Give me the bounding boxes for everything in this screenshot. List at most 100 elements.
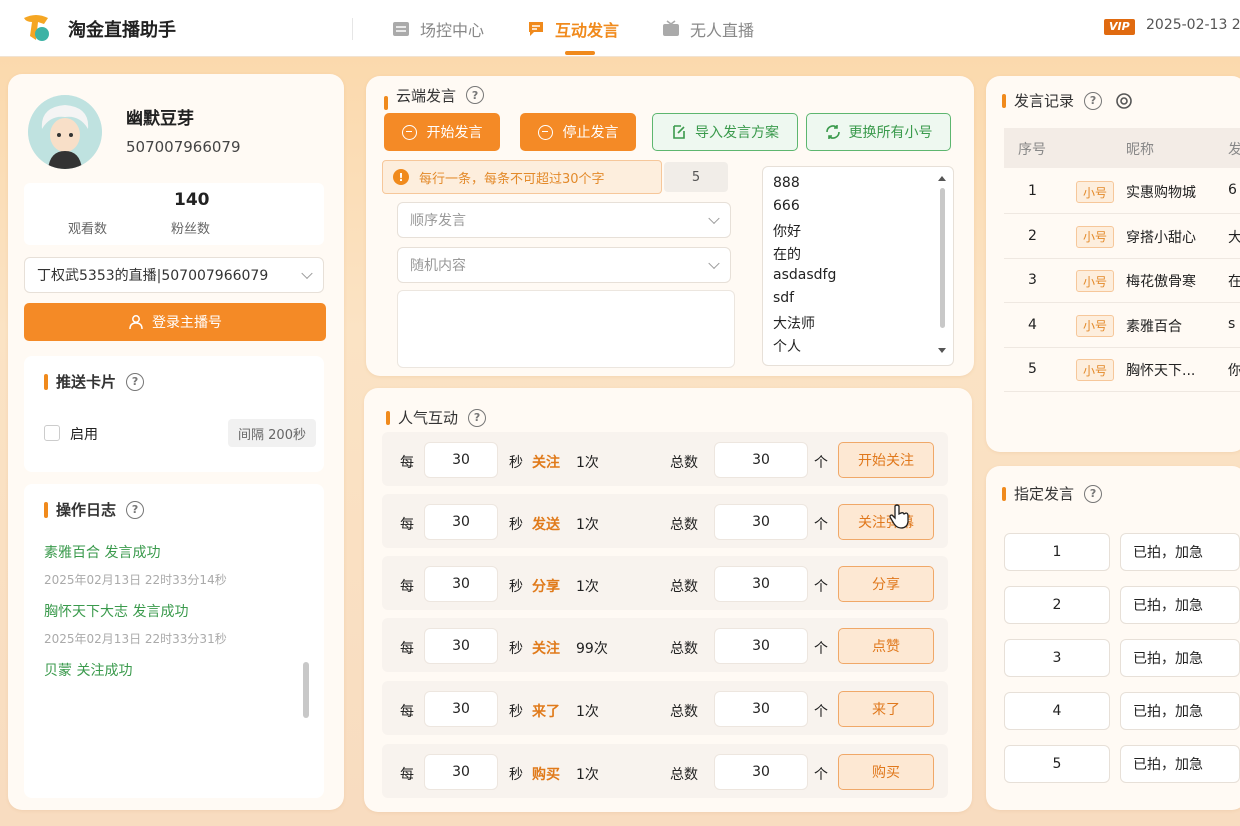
total-input[interactable]: 30 bbox=[714, 754, 808, 790]
record-content: 6 bbox=[1228, 182, 1237, 198]
total-input[interactable]: 30 bbox=[714, 628, 808, 664]
unit-label: 个 bbox=[814, 455, 828, 471]
rule-tip: ! 每行一条，每条不可超过30个字 bbox=[382, 160, 662, 194]
total-input[interactable]: 30 bbox=[714, 504, 808, 540]
designated-no-input[interactable]: 1 bbox=[1004, 533, 1110, 571]
record-no: 3 bbox=[1028, 272, 1037, 288]
total-label: 总数 bbox=[670, 767, 698, 783]
log-title: 操作日志 ? bbox=[44, 499, 145, 520]
help-icon[interactable]: ? bbox=[1084, 91, 1103, 110]
interaction-action-button[interactable]: 点赞 bbox=[838, 628, 934, 664]
message-item: 你好 bbox=[773, 224, 801, 240]
interaction-action-button[interactable]: 关注弹幕 bbox=[838, 504, 934, 540]
interval-input[interactable]: 30 bbox=[424, 628, 498, 664]
interval-input[interactable]: 30 bbox=[424, 566, 498, 602]
interaction-action-button[interactable]: 分享 bbox=[838, 566, 934, 602]
tab-unmanned-live[interactable]: 无人直播 bbox=[662, 16, 754, 42]
interval-input[interactable]: 30 bbox=[424, 442, 498, 478]
tab-interactive-speech[interactable]: 互动发言 bbox=[527, 16, 619, 42]
total-input[interactable]: 30 bbox=[714, 691, 808, 727]
designated-no-input[interactable]: 3 bbox=[1004, 639, 1110, 677]
scroll-down-icon[interactable] bbox=[938, 348, 946, 353]
help-icon[interactable]: ? bbox=[126, 372, 145, 391]
row-divider bbox=[1004, 213, 1240, 214]
help-icon[interactable]: ? bbox=[1084, 484, 1103, 503]
user-icon bbox=[129, 315, 143, 330]
action-label: 关注 bbox=[532, 641, 560, 657]
designated-text-input[interactable]: 已拍，加急 bbox=[1120, 639, 1240, 677]
scroll-up-icon[interactable] bbox=[938, 176, 946, 181]
live-room-select[interactable]: 丁权武5353的直播|507007966079 bbox=[24, 257, 324, 293]
speech-textarea[interactable] bbox=[397, 290, 735, 368]
switch-accounts-button[interactable]: 更换所有小号 bbox=[806, 113, 951, 151]
designated-text-input[interactable]: 已拍，加急 bbox=[1120, 745, 1240, 783]
help-icon[interactable]: ? bbox=[126, 500, 145, 519]
record-content: 你 bbox=[1228, 363, 1240, 379]
unit-label: 个 bbox=[814, 704, 828, 720]
total-label: 总数 bbox=[670, 455, 698, 471]
settings-icon[interactable] bbox=[1114, 91, 1134, 111]
order-select[interactable]: 顺序发言 bbox=[397, 202, 731, 238]
every-label: 每 bbox=[400, 704, 414, 720]
designated-no-input[interactable]: 4 bbox=[1004, 692, 1110, 730]
times-label: 1次 bbox=[576, 455, 599, 471]
cloud-speech-title: 云端发言 ? bbox=[384, 80, 485, 110]
records-title-text: 发言记录 bbox=[1014, 92, 1075, 110]
total-input[interactable]: 30 bbox=[714, 566, 808, 602]
header-date: 2025-02-13 2 bbox=[1146, 17, 1240, 33]
interval-input[interactable]: 30 bbox=[424, 691, 498, 727]
row-divider bbox=[1004, 302, 1240, 303]
designated-text-input[interactable]: 已拍，加急 bbox=[1120, 586, 1240, 624]
interval-input[interactable]: 30 bbox=[424, 504, 498, 540]
account-tag: 小号 bbox=[1076, 181, 1114, 203]
record-no: 4 bbox=[1028, 316, 1037, 333]
random-select[interactable]: 随机内容 bbox=[397, 247, 731, 283]
action-label: 购买 bbox=[532, 767, 560, 783]
header-no: 序号 bbox=[1018, 142, 1046, 158]
login-anchor-button[interactable]: 登录主播号 bbox=[24, 303, 326, 341]
log-entry-time: 2025年02月13日 22时33分14秒 bbox=[44, 573, 227, 587]
action-label: 分享 bbox=[532, 579, 560, 595]
every-label: 每 bbox=[400, 517, 414, 533]
designated-text-input[interactable]: 已拍，加急 bbox=[1120, 692, 1240, 730]
import-plan-button[interactable]: 导入发言方案 bbox=[652, 113, 798, 151]
header-nick: 昵称 bbox=[1126, 142, 1154, 158]
push-card-title: 推送卡片 ? bbox=[44, 371, 145, 392]
random-select-value: 随机内容 bbox=[410, 258, 466, 274]
header-content: 发 bbox=[1228, 142, 1240, 158]
enable-checkbox[interactable] bbox=[44, 425, 60, 441]
log-entry-text: 贝蒙 关注成功 bbox=[44, 663, 133, 679]
interval-badge: 间隔 200秒 bbox=[228, 419, 316, 447]
interaction-action-button[interactable]: 来了 bbox=[838, 691, 934, 727]
total-input[interactable]: 30 bbox=[714, 442, 808, 478]
record-content: 大 bbox=[1228, 229, 1240, 246]
designated-text-input[interactable]: 已拍，加急 bbox=[1120, 533, 1240, 571]
start-speech-button[interactable]: 开始发言 bbox=[384, 113, 500, 151]
avatar[interactable] bbox=[28, 95, 102, 169]
stop-speech-button[interactable]: 停止发言 bbox=[520, 113, 636, 151]
designated-no-input[interactable]: 5 bbox=[1004, 745, 1110, 783]
designated-no-input[interactable]: 2 bbox=[1004, 586, 1110, 624]
sec-label: 秒 bbox=[509, 704, 523, 720]
log-entry-text: 素雅百合 发言成功 bbox=[44, 545, 161, 561]
sec-label: 秒 bbox=[509, 455, 523, 471]
interaction-action-button[interactable]: 开始关注 bbox=[838, 442, 934, 478]
tip-count: 5 bbox=[664, 162, 728, 192]
order-select-value: 顺序发言 bbox=[410, 213, 466, 229]
warning-icon: ! bbox=[393, 169, 409, 185]
profile-id: 507007966079 bbox=[126, 138, 241, 156]
records-title: 发言记录 ? bbox=[1002, 90, 1134, 111]
sec-label: 秒 bbox=[509, 579, 523, 595]
log-scrollbar[interactable] bbox=[303, 662, 309, 718]
help-icon[interactable]: ? bbox=[466, 86, 485, 104]
help-icon[interactable]: ? bbox=[468, 408, 487, 427]
interaction-action-button[interactable]: 购买 bbox=[838, 754, 934, 790]
watch-label: 观看数 bbox=[68, 222, 108, 237]
title-accent bbox=[1002, 486, 1006, 501]
tab-control-center[interactable]: 场控中心 bbox=[392, 16, 484, 42]
interval-input[interactable]: 30 bbox=[424, 754, 498, 790]
title-accent bbox=[44, 501, 48, 518]
message-scrollbar[interactable] bbox=[940, 188, 945, 328]
switch-accounts-label: 更换所有小号 bbox=[848, 125, 933, 141]
log-entry-time: 2025年02月13日 22时33分31秒 bbox=[44, 632, 227, 646]
